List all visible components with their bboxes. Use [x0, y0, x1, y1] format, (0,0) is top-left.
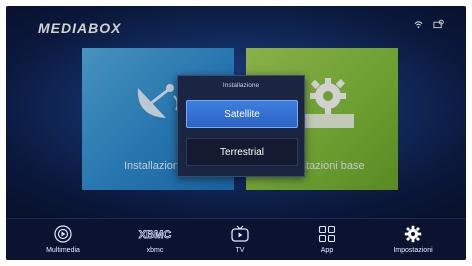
tv-icon [231, 225, 249, 242]
nav-xbmc-label: xbmc [146, 247, 164, 254]
dialog-title: Installazione [222, 82, 260, 89]
gear-icon [302, 78, 354, 128]
apps-grid-icon [318, 225, 336, 243]
status-icons [414, 19, 444, 29]
gear-icon [404, 225, 422, 243]
installazione-dialog: Installazione Satellite Terrestrial [177, 75, 305, 177]
nav-app-label: App [320, 247, 334, 254]
multimedia-icon [54, 225, 72, 243]
tv-screen: MEDIABOX Installazione Impostazioni base… [6, 6, 466, 260]
terrestrial-button[interactable]: Terrestrial [186, 138, 298, 166]
tile-installazione-label: Installazione [124, 160, 186, 172]
settings-device-icon [433, 19, 444, 29]
wifi-icon [414, 20, 423, 29]
satellite-button[interactable]: Satellite [186, 100, 298, 128]
bottom-nav-bar: Multimedia XBMC xbmc TV App Impostazioni [6, 218, 466, 260]
nav-tv[interactable]: TV [205, 223, 275, 254]
svg-text:XBMC: XBMC [139, 229, 171, 241]
nav-xbmc[interactable]: XBMC xbmc [120, 223, 190, 254]
nav-multimedia-label: Multimedia [46, 247, 80, 254]
nav-multimedia[interactable]: Multimedia [28, 223, 98, 254]
xbmc-logo: XBMC [138, 229, 171, 241]
nav-impostazioni-label: Impostazioni [393, 247, 433, 254]
nav-tv-label: TV [235, 247, 245, 254]
nav-impostazioni[interactable]: Impostazioni [378, 223, 448, 254]
nav-app[interactable]: App [292, 223, 362, 254]
satellite-button-label: Satellite [224, 108, 260, 120]
terrestrial-button-label: Terrestrial [220, 146, 264, 158]
brand-logo: MEDIABOX [38, 20, 122, 36]
